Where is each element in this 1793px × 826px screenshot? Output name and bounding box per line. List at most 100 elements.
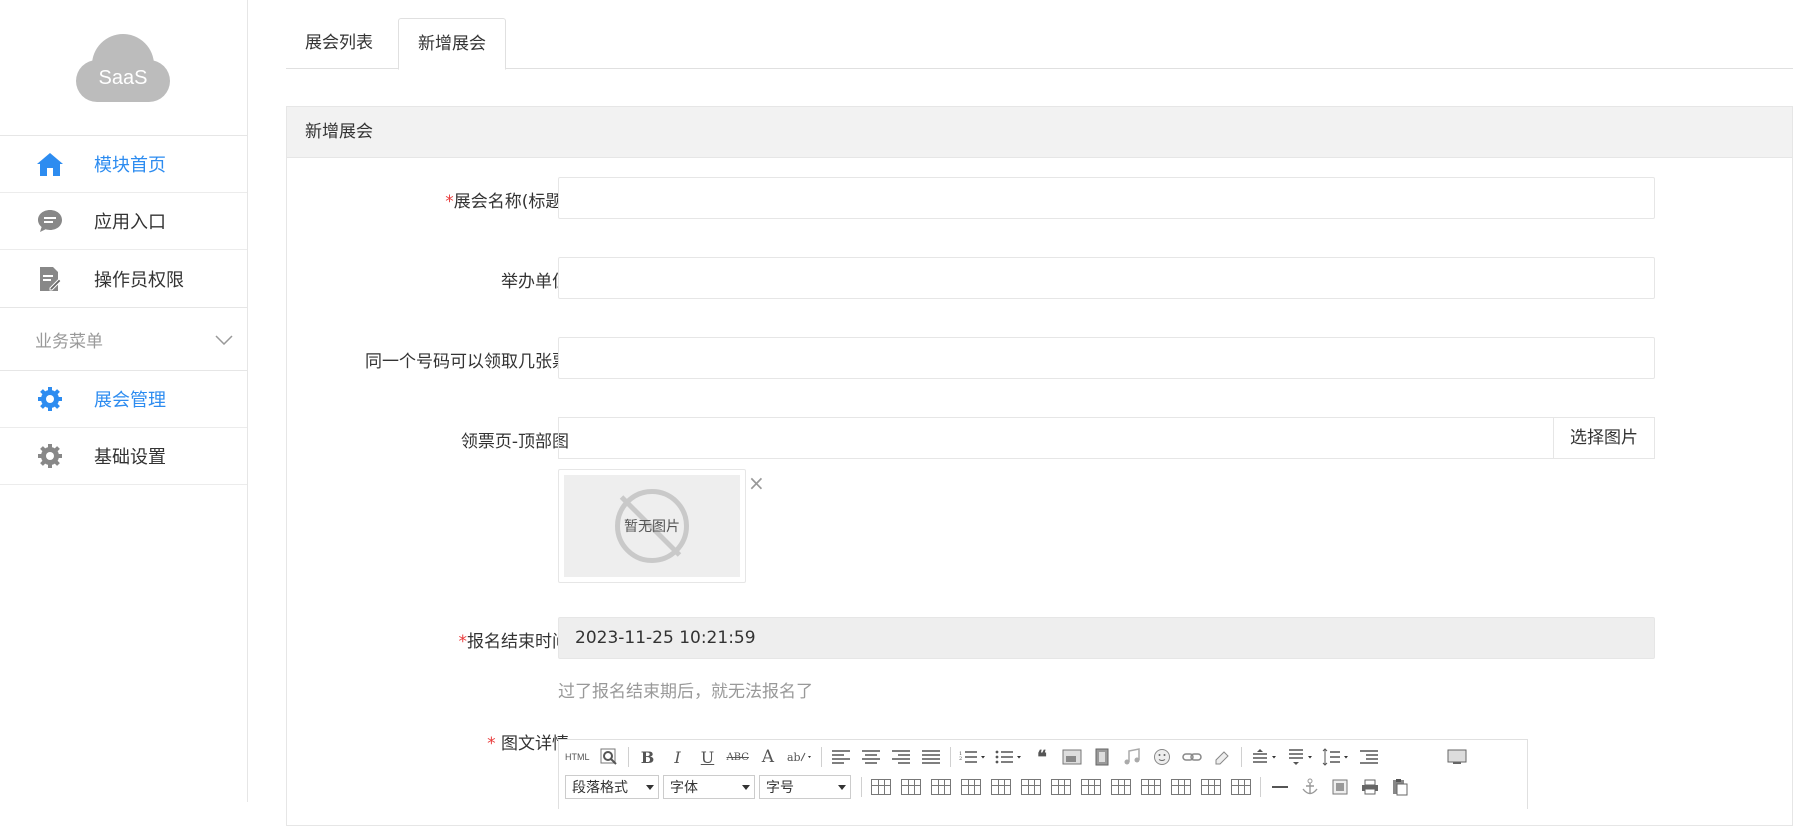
end-time-hint: 过了报名结束期后，就无法报名了 — [558, 682, 813, 702]
insert-image-icon[interactable] — [1061, 746, 1083, 768]
document-edit-icon — [36, 265, 64, 293]
field-label-top-image: 领票页-顶部图 — [460, 432, 569, 452]
line-height-icon[interactable] — [1322, 746, 1350, 768]
toolbar-divider — [1260, 777, 1261, 797]
sidebar-item-label: 展会管理 — [94, 390, 166, 411]
toolbar-divider — [861, 777, 862, 797]
align-justify-icon[interactable] — [920, 746, 942, 768]
sidebar-item-label: 操作员权限 — [94, 269, 184, 291]
sidebar-item-basic-settings[interactable]: 基础设置 — [0, 428, 247, 485]
organizer-input[interactable] — [558, 257, 1655, 299]
chevron-down-icon — [215, 330, 233, 349]
split-columns-icon[interactable] — [1230, 776, 1252, 798]
tab-add-exhibition[interactable]: 新增展会 — [398, 18, 506, 70]
no-image-text: 暂无图片 — [624, 519, 680, 535]
image-preview: 暂无图片 — [558, 469, 746, 583]
sidebar-item-label: 基础设置 — [94, 447, 166, 468]
caret-down-icon — [838, 784, 846, 790]
gear-icon — [36, 442, 64, 470]
highlight-color-icon[interactable]: ab — [787, 746, 813, 768]
unordered-list-icon[interactable] — [995, 746, 1023, 768]
remove-image-icon[interactable]: × — [748, 473, 765, 493]
strikethrough-button[interactable]: ABC — [727, 746, 749, 768]
caret-down-icon — [646, 784, 654, 790]
eraser-icon[interactable] — [1211, 746, 1233, 768]
insert-caption-icon[interactable] — [930, 776, 952, 798]
rich-text-editor: HTML B I U ABC A ab 12 ❝ 段落格式 字体 字号 — [558, 739, 1528, 809]
field-label-name: *展会名称(标题) — [445, 187, 569, 212]
underline-button[interactable]: U — [697, 746, 719, 768]
align-center-icon[interactable] — [860, 746, 882, 768]
insert-table-icon[interactable] — [870, 776, 892, 798]
main-content: 展会列表 新增展会 新增展会 *展会名称(标题) 举办单位 同一个号码可以领取几… — [286, 0, 1793, 826]
delete-column-icon[interactable] — [1050, 776, 1072, 798]
anchor-icon[interactable] — [1299, 776, 1321, 798]
logo-text: SaaS — [98, 67, 148, 89]
sidebar-item-exhibition-management[interactable]: 展会管理 — [0, 371, 247, 428]
font-family-select[interactable]: 字体 — [663, 775, 755, 799]
tickets-per-number-input[interactable] — [558, 337, 1655, 379]
label-text: 报名结束时间 — [467, 632, 569, 652]
font-size-select[interactable]: 字号 — [759, 775, 851, 799]
align-right-icon[interactable] — [890, 746, 912, 768]
ordered-list-icon[interactable]: 12 — [959, 746, 987, 768]
paragraph-spacing-top-icon[interactable] — [1250, 746, 1278, 768]
svg-text:2: 2 — [959, 756, 962, 762]
sidebar-item-label: 模块首页 — [94, 155, 166, 176]
field-label-end-time: *报名结束时间 — [459, 627, 570, 652]
field-label-tickets: 同一个号码可以领取几张票 — [365, 352, 569, 372]
insert-row-icon[interactable] — [960, 776, 982, 798]
blockquote-button[interactable]: ❝ — [1031, 746, 1053, 768]
paragraph-format-select[interactable]: 段落格式 — [565, 775, 659, 799]
horizontal-rule-icon[interactable] — [1269, 776, 1291, 798]
merge-right-icon[interactable] — [1110, 776, 1132, 798]
top-image-path-input[interactable] — [559, 418, 1553, 458]
select-label: 字号 — [766, 780, 794, 796]
bold-button[interactable]: B — [637, 746, 659, 768]
home-icon — [36, 150, 64, 178]
insert-column-icon[interactable] — [990, 776, 1012, 798]
delete-row-icon[interactable] — [1020, 776, 1042, 798]
font-color-button[interactable]: A — [757, 746, 779, 768]
select-image-button[interactable]: 选择图片 — [1553, 418, 1654, 458]
html-source-button[interactable]: HTML — [565, 746, 590, 768]
insert-video-icon[interactable] — [1091, 746, 1113, 768]
sidebar-item-module-home[interactable]: 模块首页 — [0, 136, 247, 193]
sidebar: SaaS 模块首页 应用入口 操作员权限 业务菜单 展会管理 基础设置 — [0, 0, 248, 802]
sidebar-item-app-entry[interactable]: 应用入口 — [0, 193, 247, 250]
preview-icon[interactable] — [598, 746, 620, 768]
tab-exhibition-list[interactable]: 展会列表 — [286, 18, 392, 69]
insert-frame-icon[interactable] — [1329, 776, 1351, 798]
required-mark: * — [458, 632, 468, 652]
paragraph-spacing-bottom-icon[interactable] — [1286, 746, 1314, 768]
svg-text:ab: ab — [787, 751, 801, 764]
sidebar-item-operator-permissions[interactable]: 操作员权限 — [0, 250, 247, 307]
exhibition-name-input[interactable] — [558, 177, 1655, 219]
indent-icon[interactable] — [1358, 746, 1380, 768]
form-panel: 新增展会 *展会名称(标题) 举办单位 同一个号码可以领取几张票 领票页-顶部图… — [286, 106, 1793, 826]
align-left-icon[interactable] — [830, 746, 852, 768]
toolbar-divider — [820, 747, 822, 767]
link-icon[interactable] — [1181, 746, 1203, 768]
top-image-input-group: 选择图片 — [558, 417, 1655, 459]
editor-toolbar-row-1: HTML B I U ABC A ab 12 ❝ — [565, 744, 1476, 770]
fullscreen-icon[interactable] — [1446, 746, 1468, 768]
split-rows-icon[interactable] — [1200, 776, 1222, 798]
caret-down-icon — [742, 784, 750, 790]
sidebar-item-label: 应用入口 — [94, 212, 166, 233]
merge-down-icon[interactable] — [1140, 776, 1162, 798]
italic-button[interactable]: I — [667, 746, 689, 768]
paste-icon[interactable] — [1389, 776, 1411, 798]
select-label: 字体 — [670, 780, 698, 796]
field-label-detail: * 图文详情 — [487, 729, 569, 754]
select-label: 段落格式 — [572, 780, 628, 796]
split-cells-icon[interactable] — [1170, 776, 1192, 798]
sidebar-group-business-menu[interactable]: 业务菜单 — [0, 307, 247, 371]
insert-music-icon[interactable] — [1121, 746, 1143, 768]
merge-cells-icon[interactable] — [1080, 776, 1102, 798]
print-icon[interactable] — [1359, 776, 1381, 798]
table-properties-icon[interactable] — [900, 776, 922, 798]
saas-logo: SaaS — [76, 34, 170, 102]
emoji-icon[interactable] — [1151, 746, 1173, 768]
end-time-input[interactable]: 2023-11-25 10:21:59 — [558, 617, 1655, 659]
